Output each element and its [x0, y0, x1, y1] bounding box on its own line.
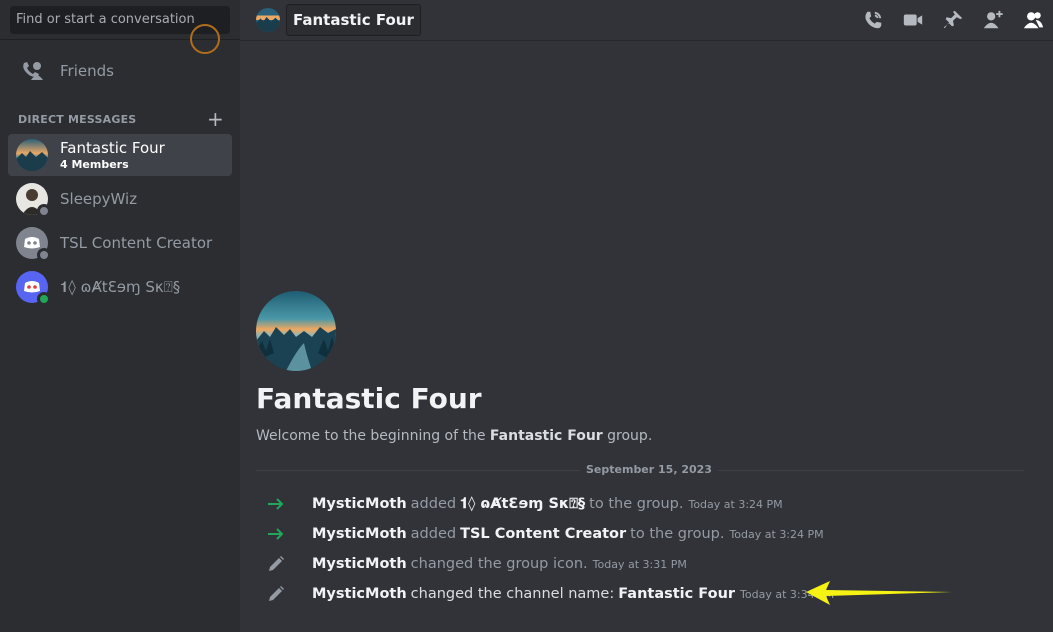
message-author[interactable]: MysticMoth: [312, 586, 407, 602]
message-target: Fantastic Four: [618, 586, 736, 602]
status-offline-icon: [37, 204, 51, 218]
message-action: added: [410, 496, 457, 512]
join-arrow-icon: [240, 527, 312, 541]
message-author[interactable]: MysticMoth: [312, 526, 407, 542]
message-action: changed the channel name:: [410, 586, 615, 602]
user-avatar: [16, 183, 51, 218]
group-avatar: [256, 8, 280, 32]
create-dm-icon[interactable]: +: [207, 109, 224, 129]
dm-name: Fantastic Four: [60, 139, 165, 157]
dm-item-tsl-content-creator[interactable]: TSL Content Creator: [8, 222, 232, 264]
dm-sidebar: Find or start a conversation Friends DIR…: [0, 0, 240, 632]
friends-icon: [20, 59, 44, 83]
add-member-icon[interactable]: [973, 0, 1013, 40]
status-offline-icon: [37, 248, 51, 262]
channel-title[interactable]: Fantastic Four: [286, 4, 421, 36]
dm-item-fantastic-four[interactable]: Fantastic Four 4 Members: [8, 134, 232, 176]
sidebar-item-friends[interactable]: Friends: [8, 50, 232, 92]
join-arrow-icon: [240, 497, 312, 511]
dm-name: 𝟏◊ ɷȺtƐɘɱ Sκ⍰§: [60, 278, 181, 296]
system-message: MysticMoth added 𝟏◊ ɷȺtƐɘɱ Sκ⍰§ to the g…: [240, 491, 1053, 517]
search-placeholder: Find or start a conversation: [16, 12, 195, 27]
members-icon[interactable]: [1013, 0, 1053, 40]
status-online-icon: [37, 292, 51, 306]
dm-header-label: DIRECT MESSAGES: [18, 112, 137, 126]
pencil-icon: [240, 585, 312, 603]
pin-icon[interactable]: [933, 0, 973, 40]
chat-area: Fantastic Four Welcome to the beginning …: [240, 41, 1053, 632]
friends-label: Friends: [60, 62, 114, 80]
message-timestamp: Today at 3:24 PM: [688, 497, 783, 511]
system-message: MysticMoth changed the group icon. Today…: [240, 551, 1053, 577]
message-target[interactable]: 𝟏◊ ɷȺtƐɘɱ Sκ⍰§: [460, 496, 585, 512]
dm-name: SleepyWiz: [60, 190, 138, 208]
group-title: Fantastic Four: [256, 382, 482, 415]
dm-list: Fantastic Four 4 Members SleepyWiz TSL C…: [8, 134, 232, 310]
message-target[interactable]: TSL Content Creator: [460, 526, 626, 542]
video-icon[interactable]: [893, 0, 933, 40]
channel-header: Fantastic Four: [240, 0, 1053, 41]
group-avatar: [16, 139, 48, 171]
message-author[interactable]: MysticMoth: [312, 556, 407, 572]
user-avatar: [16, 227, 51, 262]
member-count: 4 Members: [60, 158, 129, 171]
pencil-icon: [240, 555, 312, 573]
dm-name: TSL Content Creator: [60, 234, 213, 252]
call-icon[interactable]: [853, 0, 893, 40]
dm-section-header: DIRECT MESSAGES +: [18, 109, 224, 129]
welcome-pre: Welcome to the beginning of the: [256, 428, 490, 444]
header-toolbar: [853, 0, 1053, 40]
yellow-annotation-arrow-icon: [806, 581, 952, 605]
message-suffix: to the group.: [589, 496, 684, 512]
date-divider-label: September 15, 2023: [580, 463, 718, 476]
welcome-group-name: Fantastic Four: [489, 428, 603, 444]
group-avatar-large: [256, 291, 336, 371]
dm-item-sleepywiz[interactable]: SleepyWiz: [8, 178, 232, 220]
message-timestamp: Today at 3:24 PM: [729, 527, 824, 541]
message-timestamp: Today at 3:31 PM: [592, 557, 687, 571]
dm-item-user-4[interactable]: 𝟏◊ ɷȺtƐɘɱ Sκ⍰§: [8, 266, 232, 308]
message-action: added: [410, 526, 457, 542]
welcome-post: group.: [602, 428, 653, 444]
welcome-text: Welcome to the beginning of the Fantasti…: [256, 428, 652, 444]
message-suffix: to the group.: [630, 526, 725, 542]
message-action: changed the group icon.: [410, 556, 588, 572]
system-message: MysticMoth added TSL Content Creator to …: [240, 521, 1053, 547]
user-avatar: [16, 271, 51, 306]
message-author[interactable]: MysticMoth: [312, 496, 407, 512]
